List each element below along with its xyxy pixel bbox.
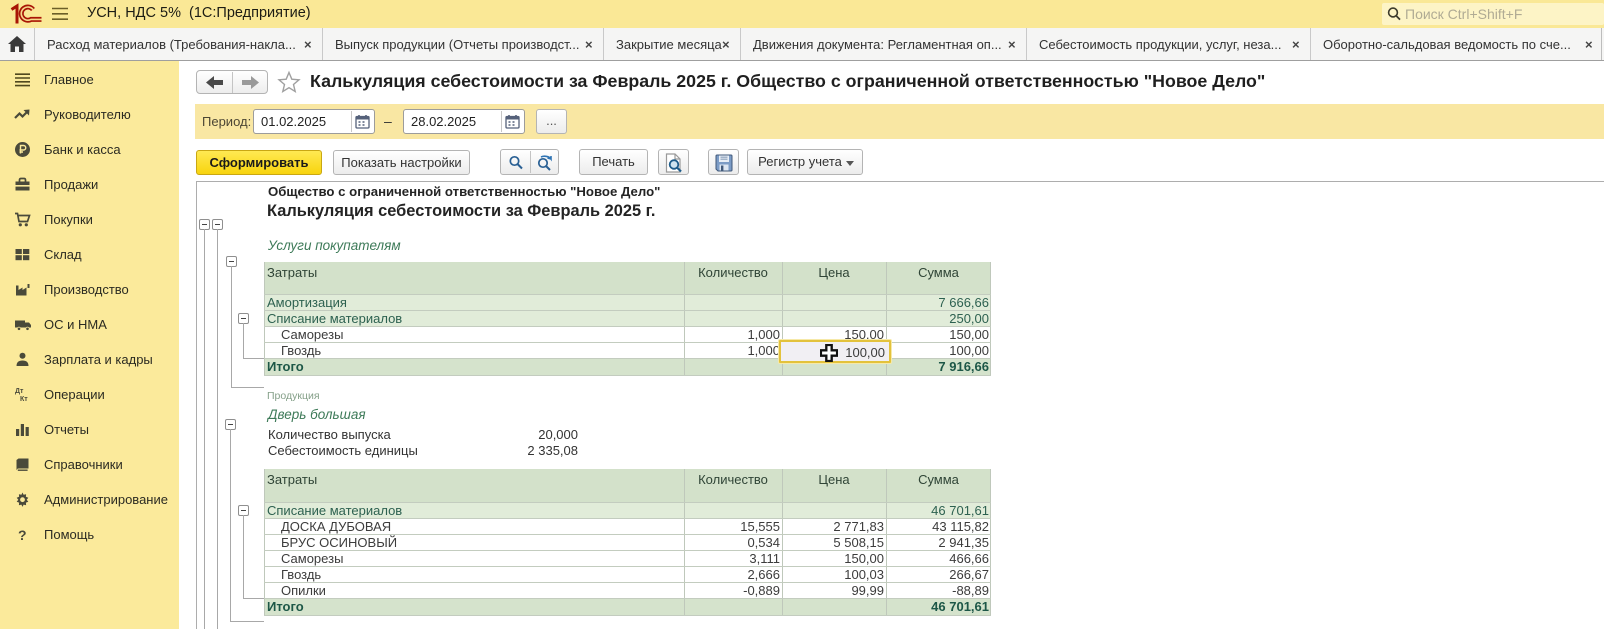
svg-text:Дт: Дт [15, 388, 24, 395]
svg-text:Кт: Кт [20, 396, 28, 403]
svg-text:?: ? [18, 527, 27, 543]
